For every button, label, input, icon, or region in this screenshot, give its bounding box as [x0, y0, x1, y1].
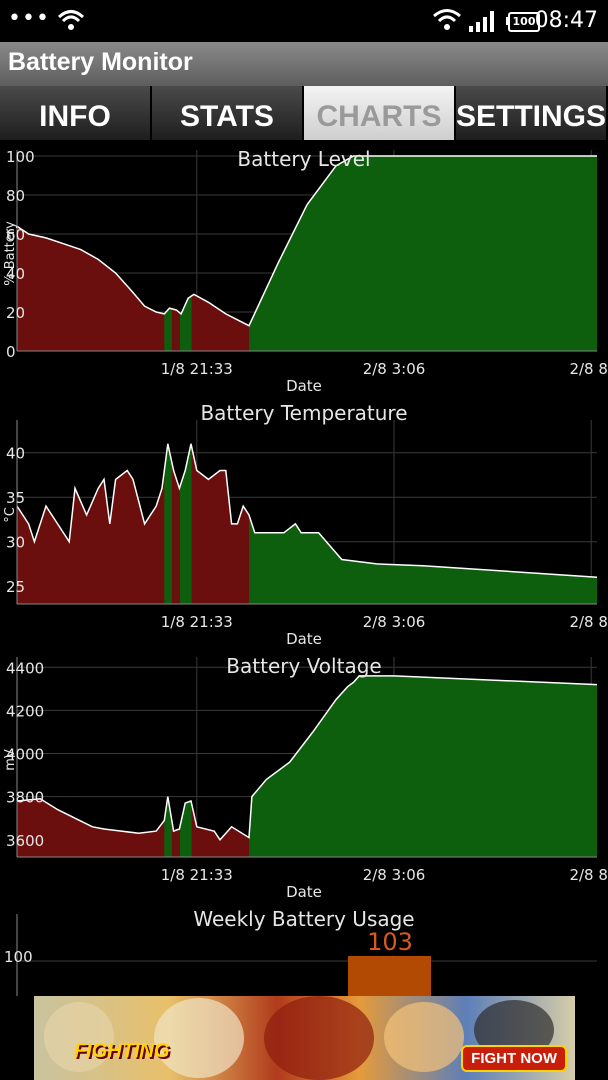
charge-area: [249, 443, 597, 604]
fight-now-button[interactable]: FIGHT NOW: [461, 1045, 567, 1072]
battery-voltage-chart[interactable]: 3600 3800 4000 4200 4400 mV 1/8 21:33 2/8 3:06 2…: [0, 649, 608, 903]
x-tick-label: 2/8 8:: [569, 360, 608, 378]
weekly-usage-chart[interactable]: 100 Weekly Battery Usage 103: [0, 904, 608, 996]
y-tick-label: 35: [6, 489, 25, 507]
charge-area: [164, 675, 172, 857]
y-axis-label: % Battery: [3, 221, 18, 286]
tab-stats[interactable]: STATS: [152, 86, 304, 140]
bar-value-label: 103: [367, 928, 413, 956]
y-tick-label: 30: [6, 534, 25, 552]
battery-level-chart[interactable]: 0 20 40 60 80 100% Battery 1/8 21:33 2/8 3:06 2/…: [0, 142, 608, 394]
y-axis-label: mV: [3, 749, 18, 771]
ad-brand-text: FIGHTING: [74, 1040, 170, 1062]
x-tick-label: 1/8 21:33: [161, 866, 233, 884]
charge-area: [164, 156, 172, 351]
wifi-icon: [433, 9, 461, 30]
series-area: [17, 675, 597, 857]
x-tick-label: 1/8 21:33: [161, 360, 233, 378]
y-tick-label: 0: [6, 343, 16, 361]
ad-art: [264, 996, 374, 1080]
ad-art: [154, 998, 244, 1078]
tab-info[interactable]: INFO: [0, 86, 152, 140]
ad-banner[interactable]: FIGHTING FIGHT NOW: [34, 996, 575, 1080]
series-area: [17, 443, 597, 604]
chart-canvas: 36003800400042004400mV1/8 21:33 2/8 3:06 2…: [3, 654, 608, 901]
tab-settings[interactable]: SETTINGS: [456, 86, 608, 140]
chart-canvas: 020406080100% Battery1/8 21:33 2/8 3:06 2/…: [3, 147, 608, 394]
app-title: Battery Monitor: [8, 48, 193, 76]
clock: 08:47: [534, 8, 598, 33]
charge-area: [179, 156, 192, 351]
usage-bar: [348, 956, 431, 996]
tab-charts[interactable]: CHARTS: [304, 86, 456, 140]
y-tick-label: 3800: [6, 789, 44, 807]
chart-title: Battery Level: [237, 147, 370, 171]
y-tick-label: 20: [6, 304, 25, 322]
x-tick-label: 2/8 8:: [569, 613, 608, 631]
chart-title: Battery Temperature: [200, 401, 407, 425]
notification-dots: •••: [8, 6, 50, 31]
x-tick-label: 2/8 8:: [569, 866, 608, 884]
signal-icon: [469, 11, 494, 32]
tab-bar: INFO STATS CHARTS SETTINGS: [0, 86, 608, 140]
y-tick-label: 100: [6, 148, 35, 166]
y-tick-label: 100: [4, 948, 33, 966]
x-tick-label: 2/8 3:06: [363, 360, 426, 378]
battery-temperature-chart[interactable]: 25 30 35 40 °C 1/8 21:33 2/8 3:06 2/8 8: Date Bat…: [0, 396, 608, 648]
app-title-bar: Battery Monitor: [0, 42, 608, 86]
ad-art: [384, 1002, 464, 1072]
series-area: [17, 156, 597, 351]
charge-area: [179, 443, 192, 604]
charge-area: [179, 675, 192, 857]
charge-area: [249, 156, 597, 351]
chart-title: Battery Voltage: [226, 654, 381, 678]
y-tick-label: 4200: [6, 702, 44, 720]
y-tick-label: 80: [6, 187, 25, 205]
chart-canvas: 100Weekly Battery Usage103: [4, 907, 597, 996]
x-axis-label: Date: [286, 883, 322, 901]
y-tick-label: 25: [6, 578, 25, 596]
chart-canvas: 25 30 35 40 °C 1/8 21:33 2/8 3:06 2/8 8: Date Bat…: [3, 401, 608, 648]
y-tick-label: 40: [6, 445, 25, 463]
x-tick-label: 2/8 3:06: [363, 866, 426, 884]
status-bar: ••• 100 08:47: [0, 0, 608, 42]
x-tick-label: 1/8 21:33: [161, 613, 233, 631]
y-tick-label: 3600: [6, 832, 44, 850]
x-axis-label: Date: [286, 630, 322, 648]
wifi-off-icon: [57, 10, 85, 30]
y-tick-label: 4400: [6, 659, 44, 677]
x-tick-label: 2/8 3:06: [363, 613, 426, 631]
charge-area: [249, 675, 597, 857]
y-axis-label: °C: [3, 507, 18, 523]
x-axis-label: Date: [286, 377, 322, 394]
